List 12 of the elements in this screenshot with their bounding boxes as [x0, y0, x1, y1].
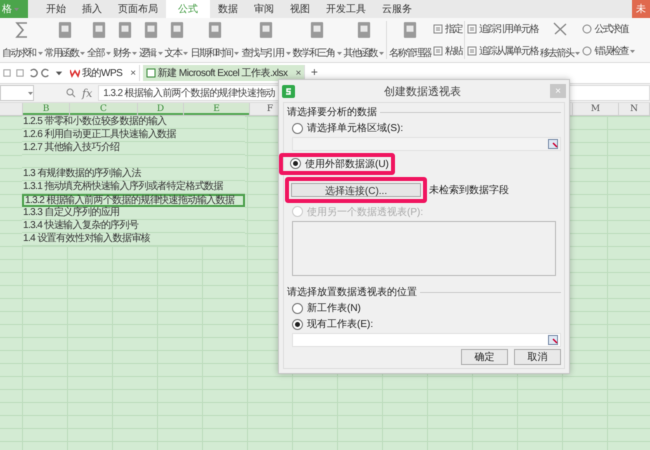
table-cell: 1.3.3 自定义序列的应用	[22, 207, 245, 220]
table-cell: 1.3.2 根据输入前两个数据的规律快速拖动输入数据	[22, 194, 245, 207]
section-heading: 请选择放置数据透视表的位置	[287, 286, 417, 300]
table-cell: 1.3.4 快速输入复杂的序列号	[22, 220, 245, 233]
table-cell: 1.2.6 利用自动更正工具快速输入数据	[22, 129, 245, 142]
status-text: 未检索到数据字段	[429, 184, 509, 197]
table-cell: 1.2.7 其他输入技巧介绍	[22, 142, 245, 155]
table-cell: 1.3 有规律数据的序列输入法	[22, 168, 245, 181]
table-cell: 1.4 设置有效性对输入数据审核	[22, 233, 245, 246]
table-cell: 1.2.5 带零和小数位较多数据的输入	[22, 116, 245, 129]
table-cell: 1.3.1 拖动填充柄快速输入序列或者特定格式数据	[22, 181, 245, 194]
dialog-title: 创建数据透视表	[383, 84, 462, 98]
